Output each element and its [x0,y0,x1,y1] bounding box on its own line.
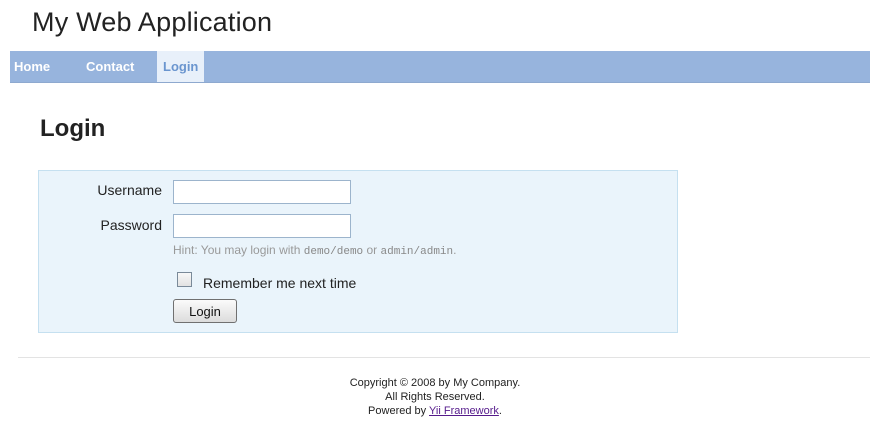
footer-powered-prefix: Powered by [368,405,429,417]
password-input[interactable] [173,214,351,238]
footer-rights: All Rights Reserved. [385,391,485,403]
footer: Copyright © 2008 by My Company. All Righ… [0,376,870,418]
username-input[interactable] [173,180,351,204]
remember-me-label[interactable]: Remember me next time [203,275,356,291]
hint-demo-credentials: demo/demo [303,246,364,258]
hint-admin-credentials: admin/admin [380,246,454,258]
nav-item-login[interactable]: Login [157,51,205,82]
login-form: Username Password Hint: You may login wi… [38,170,678,333]
hint-or: or [363,243,381,257]
hint-prefix: Hint: You may login with [173,243,304,257]
nav-item-contact[interactable]: Contact [86,51,134,82]
password-label: Password [100,217,162,233]
login-submit-button[interactable]: Login [173,299,237,323]
nav-item-home[interactable]: Home [14,51,50,82]
remember-me-checkbox[interactable] [177,272,192,287]
hint-suffix: . [453,243,457,257]
footer-divider [18,357,870,358]
footer-powered-by: Powered by Yii Framework. [0,404,870,418]
footer-copyright: Copyright © 2008 by My Company. [349,377,521,389]
login-hint: Hint: You may login with demo/demo or ad… [173,243,456,258]
app-header: My Web Application [0,0,870,50]
footer-powered-suffix: . [498,405,502,417]
username-label: Username [97,182,162,198]
yii-framework-link[interactable]: Yii Framework [429,405,499,417]
page-title: Login [40,115,106,142]
main-navbar: Home Contact Login [10,51,870,83]
app-title: My Web Application [32,7,273,37]
